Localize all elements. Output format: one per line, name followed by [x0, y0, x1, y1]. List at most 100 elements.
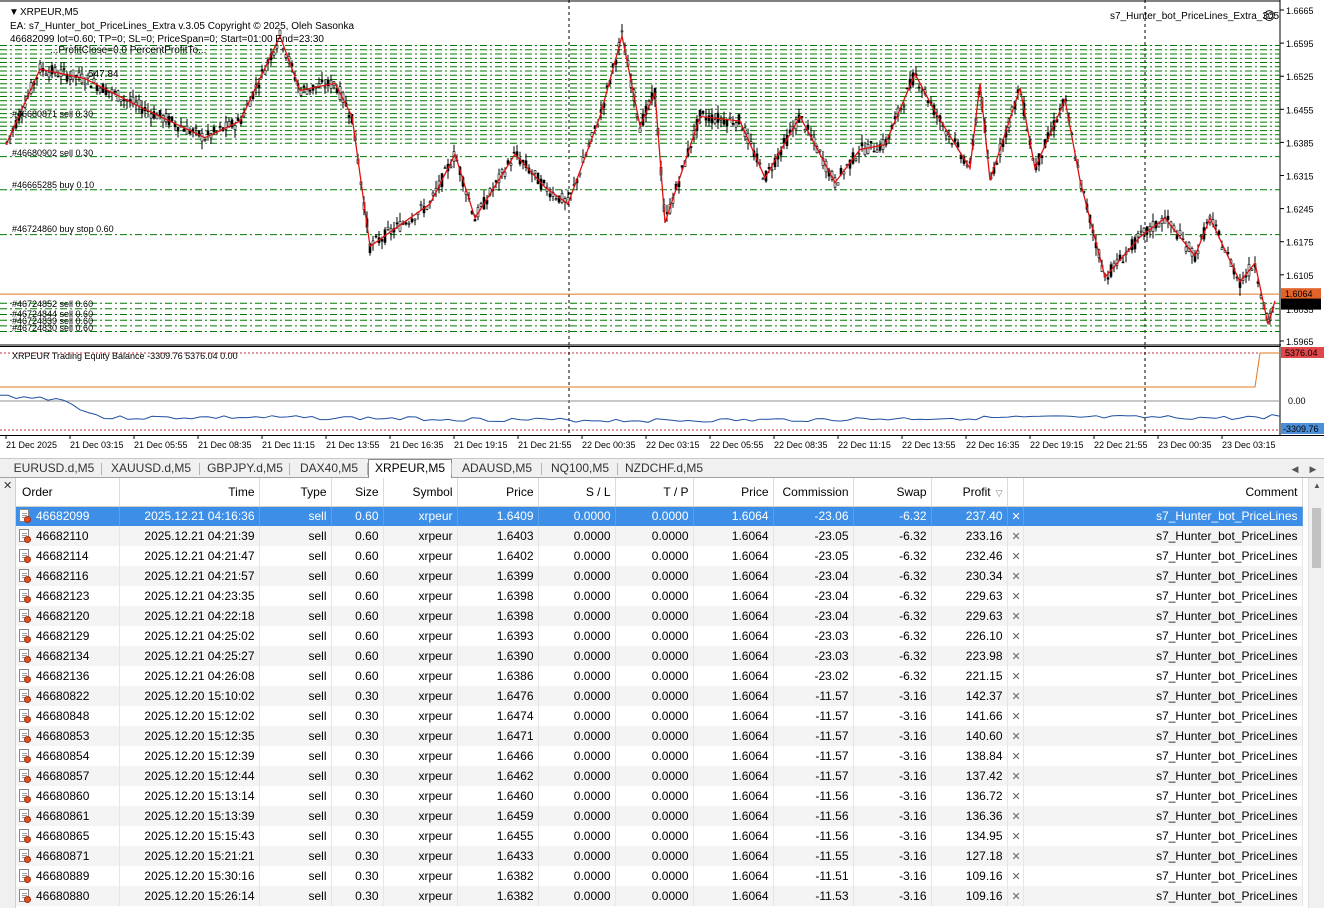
close-order-icon[interactable]: ✕: [1007, 786, 1024, 806]
commission-value: -11.57: [815, 689, 849, 703]
close-order-icon[interactable]: ✕: [1007, 606, 1024, 626]
table-row[interactable]: 46680848 2025.12.20 15:12:02 sell 0.30 xrpeu…: [16, 706, 1303, 726]
table-row[interactable]: 46682129 2025.12.21 04:25:02 sell 0.60 xrpeu…: [16, 626, 1303, 646]
candle-body: [182, 128, 186, 132]
symbol-tab[interactable]: DAX40,M5: [290, 460, 368, 478]
close-order-icon[interactable]: ✕: [1007, 626, 1024, 646]
table-row[interactable]: 46680880 2025.12.20 15:26:14 sell 0.30 xrpeu…: [16, 886, 1303, 906]
table-row[interactable]: 46680871 2025.12.20 15:21:21 sell 0.30 xrpeu…: [16, 846, 1303, 866]
column-header[interactable]: S / L: [538, 478, 616, 507]
column-header[interactable]: Comment: [1023, 478, 1303, 507]
table-row[interactable]: 46682136 2025.12.21 04:26:08 sell 0.60 xrpeu…: [16, 666, 1303, 686]
column-header[interactable]: Commission: [773, 478, 854, 507]
table-row[interactable]: 46680865 2025.12.20 15:15:43 sell 0.30 xrpeu…: [16, 826, 1303, 846]
close-order-icon[interactable]: ✕: [1007, 566, 1024, 586]
balance-line: [0, 394, 1281, 423]
chart-menu-arrow[interactable]: ▼: [9, 7, 19, 18]
trade-type-cell: sell: [259, 806, 332, 826]
tab-scroll-left-icon[interactable]: ◀: [1288, 461, 1302, 477]
column-header[interactable]: Price: [693, 478, 774, 507]
close-order-icon[interactable]: ✕: [1007, 646, 1024, 666]
terminal-close-icon[interactable]: ✕: [3, 481, 12, 492]
table-row[interactable]: 46680857 2025.12.20 15:12:44 sell 0.30 xrpeu…: [16, 766, 1303, 786]
stop-loss-value: 0.0000: [573, 509, 611, 524]
symbol-tab[interactable]: XRPEUR,M5: [368, 459, 452, 479]
table-row[interactable]: 46680822 2025.12.20 15:10:02 sell 0.30 xrpeu…: [16, 686, 1303, 706]
close-order-icon[interactable]: ✕: [1007, 866, 1024, 886]
open-price-value: 1.6398: [496, 609, 534, 623]
column-header[interactable]: [1007, 478, 1024, 507]
open-time-value: 2025.12.21 04:26:08: [144, 669, 255, 683]
table-row[interactable]: 46680854 2025.12.20 15:12:39 sell 0.30 xrpeu…: [16, 746, 1303, 766]
take-profit-value: 0.0000: [651, 549, 689, 563]
symbol-value: xrpeur: [418, 629, 453, 643]
table-row[interactable]: 46682134 2025.12.21 04:25:27 sell 0.60 xrpeu…: [16, 646, 1303, 666]
table-row[interactable]: 46682099 2025.12.21 04:16:36 sell 0.60 xrpeu…: [16, 506, 1303, 526]
close-order-icon[interactable]: ✕: [1007, 686, 1024, 706]
table-row[interactable]: 46682116 2025.12.21 04:21:57 sell 0.60 xrpeu…: [16, 566, 1303, 586]
price-chart[interactable]: #46680871 sell 0.30 #46680902 sell 0.30 #4…: [0, 0, 1324, 346]
indicator-label: XRPEUR Trading Equity Balance -3309.76 5…: [12, 351, 238, 361]
symbol-tab[interactable]: NQ100,M5: [542, 460, 618, 478]
symbol-tab[interactable]: NZDCHF.d,M5: [618, 460, 710, 478]
comment-value: s7_Hunter_bot_PriceLines: [1156, 709, 1298, 723]
open-price-cell: 1.6403: [457, 526, 539, 546]
close-order-icon[interactable]: ✕: [1007, 746, 1024, 766]
close-order-icon[interactable]: ✕: [1007, 766, 1024, 786]
scroll-thumb[interactable]: [1312, 508, 1321, 568]
column-header[interactable]: Symbol: [383, 478, 458, 507]
column-header[interactable]: Swap: [853, 478, 932, 507]
time-tick-label: 22 Dec 05:55: [710, 440, 764, 450]
column-header[interactable]: Size: [331, 478, 384, 507]
trade-type-value: sell: [308, 569, 327, 583]
column-header[interactable]: T / P: [615, 478, 694, 507]
close-order-icon[interactable]: ✕: [1007, 666, 1024, 686]
close-order-icon[interactable]: ✕: [1007, 826, 1024, 846]
column-header[interactable]: Price: [457, 478, 539, 507]
table-row[interactable]: 46682123 2025.12.21 04:23:35 sell 0.60 xrpeu…: [16, 586, 1303, 606]
close-order-icon[interactable]: ✕: [1007, 546, 1024, 566]
symbol-tab[interactable]: GBPJPY.d,M5: [200, 460, 290, 478]
table-row[interactable]: 46680860 2025.12.20 15:13:14 sell 0.30 xrpeu…: [16, 786, 1303, 806]
sell-order-icon: [19, 789, 31, 803]
equity-indicator-chart[interactable]: 5376.04 0.00 -3309.76 XRPEUR Trading Equit…: [0, 346, 1324, 436]
close-order-icon[interactable]: ✕: [1007, 586, 1024, 606]
table-row[interactable]: 46682120 2025.12.21 04:22:18 sell 0.60 xrpeu…: [16, 606, 1303, 626]
tab-scroll-right-icon[interactable]: ▶: [1306, 461, 1320, 477]
candle-body: [734, 122, 738, 128]
equity-min-label: -3309.76: [1283, 424, 1319, 434]
column-header[interactable]: Profit ▽: [931, 478, 1008, 507]
column-header[interactable]: Order: [16, 478, 120, 507]
table-row[interactable]: 46680889 2025.12.20 15:30:16 sell 0.30 xrpeu…: [16, 866, 1303, 886]
chart-symbol-label: XRPEUR,M5: [20, 7, 79, 18]
close-order-icon[interactable]: ✕: [1007, 886, 1024, 906]
table-row[interactable]: 46680861 2025.12.20 15:13:39 sell 0.30 xrpeu…: [16, 806, 1303, 826]
close-order-icon[interactable]: ✕: [1007, 526, 1024, 546]
take-profit-value: 0.0000: [651, 849, 689, 863]
swap-value: -6.32: [899, 609, 927, 623]
close-order-icon[interactable]: ✕: [1007, 726, 1024, 746]
symbol-tab[interactable]: ADAUSD,M5: [452, 460, 542, 478]
candle-body: [410, 218, 414, 223]
close-order-icon[interactable]: ✕: [1007, 506, 1024, 526]
stop-loss-value: 0.0000: [573, 609, 611, 623]
candle-body: [98, 87, 102, 93]
table-row[interactable]: 46682110 2025.12.21 04:21:39 sell 0.60 xrpeu…: [16, 526, 1303, 546]
column-header[interactable]: Time: [119, 478, 260, 507]
trade-size-cell: 0.30: [331, 806, 384, 826]
close-order-icon[interactable]: ✕: [1007, 806, 1024, 826]
current-price-cell: 1.6064: [693, 766, 774, 786]
order-id-value: 46682134: [36, 649, 90, 663]
close-order-icon[interactable]: ✕: [1007, 706, 1024, 726]
symbol-tab[interactable]: XAUUSD.d,M5: [102, 460, 200, 478]
vertical-scrollbar[interactable]: ▲: [1308, 478, 1324, 908]
open-price-value: 1.6386: [496, 669, 534, 683]
scroll-up-icon[interactable]: ▲: [1309, 478, 1324, 494]
table-row[interactable]: 46680853 2025.12.20 15:12:35 sell 0.30 xrpeu…: [16, 726, 1303, 746]
close-order-icon[interactable]: ✕: [1007, 846, 1024, 866]
swap-value: -3.16: [899, 789, 927, 803]
table-row[interactable]: 46682114 2025.12.21 04:21:47 sell 0.60 xrpeu…: [16, 546, 1303, 566]
chart-area[interactable]: #46680871 sell 0.30 #46680902 sell 0.30 #4…: [0, 0, 1324, 458]
column-header[interactable]: Type: [259, 478, 332, 507]
symbol-tab[interactable]: EURUSD.d,M5: [6, 460, 102, 478]
